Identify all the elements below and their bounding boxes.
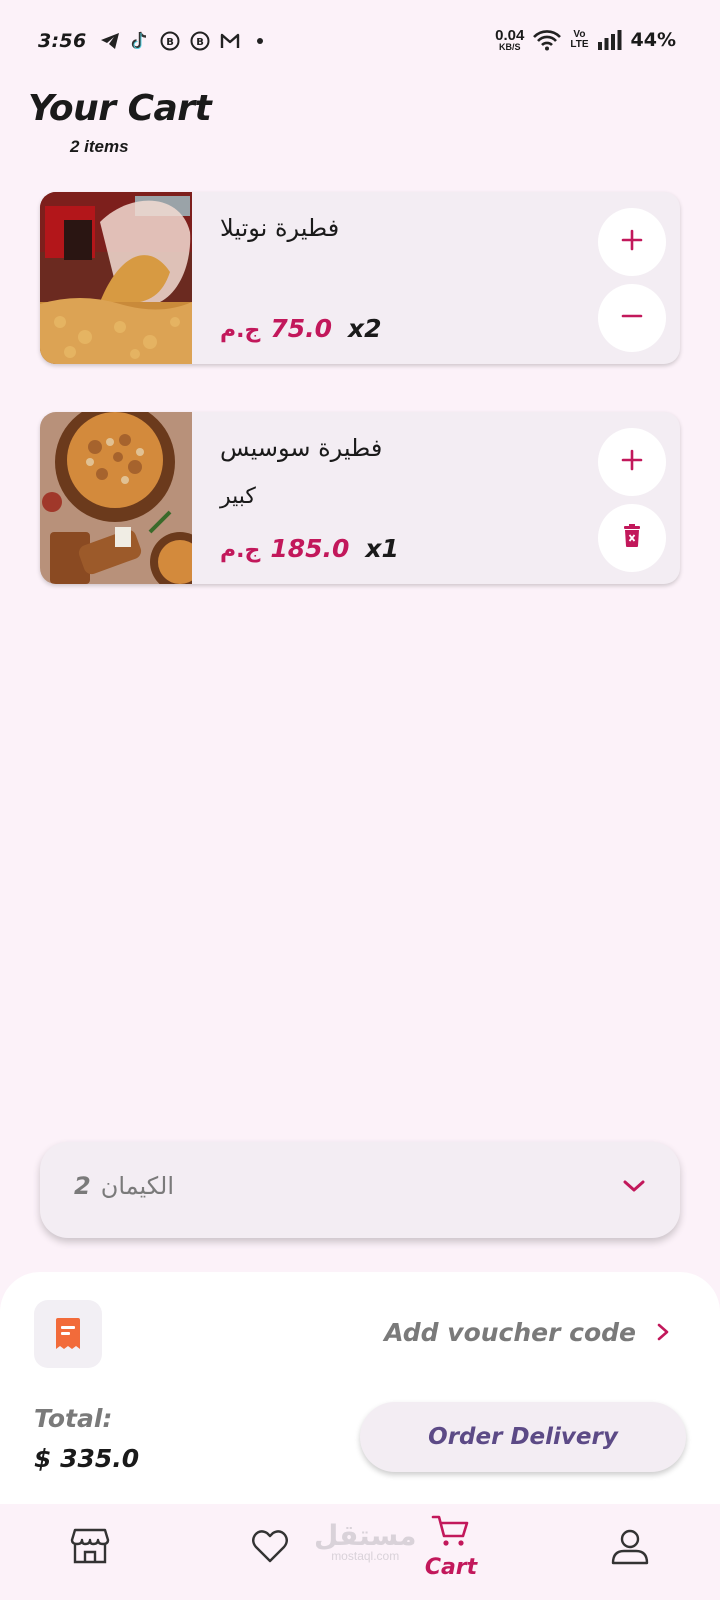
item-quantity: x2 [348, 314, 382, 343]
telegram-icon [100, 31, 120, 51]
item-currency: ج.م [220, 318, 261, 343]
tiktok-icon [130, 31, 150, 51]
cart-icon [431, 1514, 471, 1553]
order-delivery-button[interactable]: Order Delivery [360, 1402, 686, 1472]
wifi-icon [532, 30, 562, 51]
nav-profile[interactable] [600, 1526, 660, 1576]
heart-icon [250, 1526, 290, 1571]
voucher-icon[interactable] [34, 1300, 102, 1368]
branch-dropdown[interactable]: 2 الكيمان [40, 1142, 680, 1238]
item-quantity: x1 [365, 534, 399, 563]
dot-icon [250, 31, 270, 51]
add-voucher-link[interactable]: Add voucher code [384, 1318, 636, 1347]
item-price: 75.0 [270, 314, 333, 343]
battery-level: 44% [630, 29, 676, 51]
product-image [40, 412, 192, 584]
cart-item[interactable]: فطيرة نوتيلا ج.م 75.0 x2 [40, 192, 680, 364]
branch-number: 2 [74, 1172, 91, 1200]
coin-icon: B [190, 31, 210, 51]
coin-icon: B [160, 31, 180, 51]
store-icon [70, 1526, 110, 1571]
watermark: مستقل mostaql.com [314, 1519, 417, 1563]
signal-icon [597, 30, 623, 50]
decrease-quantity-button[interactable] [598, 284, 666, 352]
gmail-icon [220, 31, 240, 51]
branch-label: 2 الكيمان [74, 1172, 174, 1200]
minus-icon [621, 305, 643, 332]
item-price-row: ج.م 75.0 x2 [220, 314, 382, 343]
item-currency: ج.م [220, 538, 261, 563]
product-image [40, 192, 192, 364]
nav-store[interactable] [60, 1526, 120, 1576]
nav-cart-label: Cart [424, 1555, 478, 1580]
volte-indicator: Vo LTE [570, 29, 589, 50]
item-name: فطيرة سوسيس [220, 434, 383, 462]
chevron-down-icon [622, 1178, 646, 1199]
item-count: 2 items [70, 137, 129, 156]
nav-cart[interactable]: Cart [421, 1514, 481, 1580]
checkout-panel: Add voucher code Total: $ 335.0 Order De… [0, 1272, 720, 1504]
chevron-right-icon[interactable] [656, 1322, 670, 1347]
nav-favorites[interactable] [240, 1526, 300, 1576]
bottom-nav: مستقل mostaql.com Cart [0, 1504, 720, 1600]
branch-name: الكيمان [100, 1172, 174, 1200]
item-price: 185.0 [270, 534, 350, 563]
item-name: فطيرة نوتيلا [220, 214, 340, 242]
svg-text:B: B [197, 37, 205, 48]
page-title: Your Cart [28, 88, 212, 129]
profile-icon [610, 1526, 650, 1571]
total-value: $ 335.0 [34, 1444, 140, 1473]
delete-item-button[interactable] [598, 504, 666, 572]
plus-icon [621, 449, 643, 476]
net-speed: 0.04 KB/S [495, 27, 525, 52]
status-time: 3:56 [38, 30, 87, 52]
plus-icon [621, 229, 643, 256]
item-size: كبير [220, 484, 256, 509]
status-bar: 3:56 B B 0.04 KB/S Vo LTE 44% [0, 0, 720, 84]
total-label: Total: [34, 1404, 113, 1433]
delete-icon [622, 523, 642, 553]
item-price-row: ج.م 185.0 x1 [220, 534, 399, 563]
cart-item[interactable]: فطيرة سوسيس كبير ج.م 185.0 x1 [40, 412, 680, 584]
svg-text:B: B [167, 37, 175, 48]
increase-quantity-button[interactable] [598, 428, 666, 496]
increase-quantity-button[interactable] [598, 208, 666, 276]
